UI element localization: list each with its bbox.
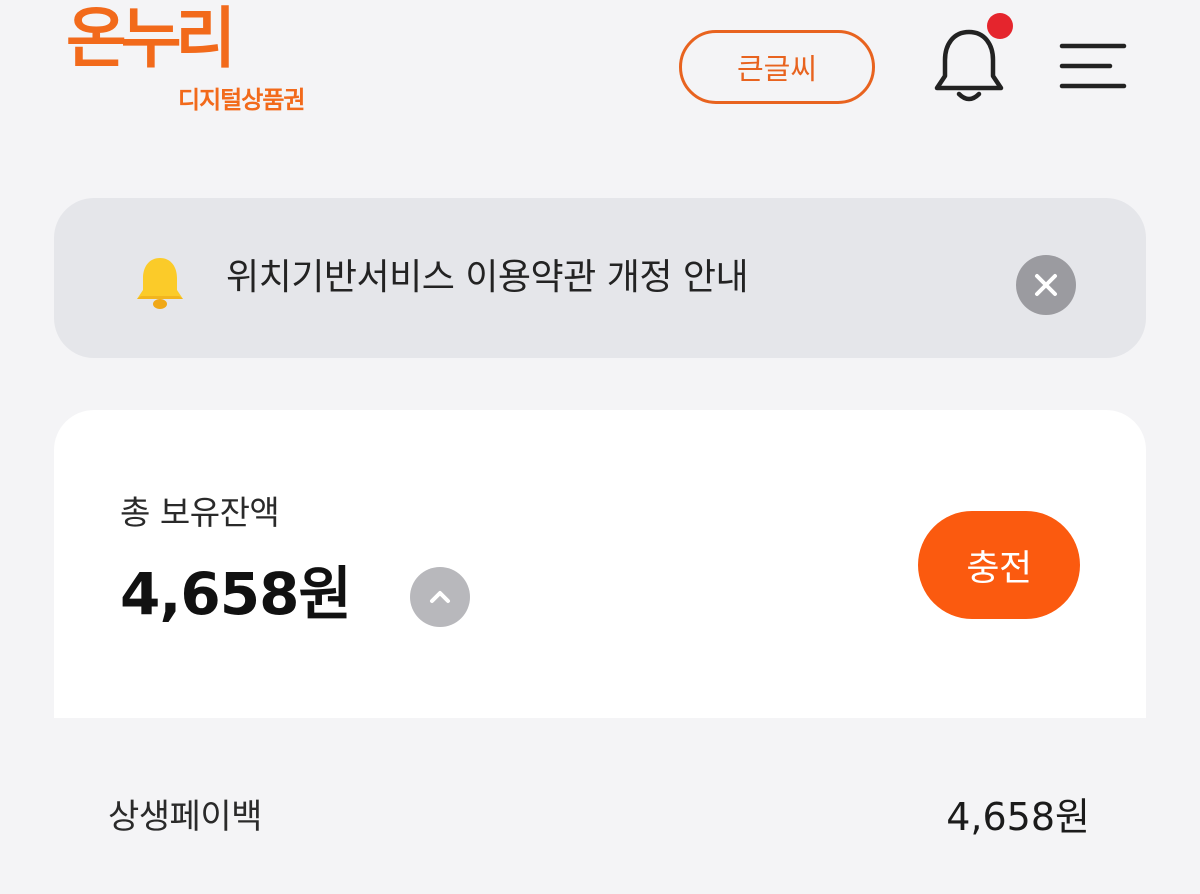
menu-button[interactable]: [1058, 40, 1128, 92]
chevron-up-icon: [430, 591, 450, 603]
balance-card: 총 보유잔액 4,658원 충전 상생페이백 4,658원: [54, 410, 1146, 894]
hamburger-menu-icon: [1059, 43, 1127, 89]
total-balance-amount: 4,658원: [120, 560, 352, 628]
notice-text: 위치기반서비스 이용약관 개정 안내: [226, 257, 749, 298]
breakdown-value: 4,658원: [946, 795, 1090, 839]
logo-sub-text: 디지털상품권: [178, 86, 305, 114]
notice-close-button[interactable]: [1016, 255, 1076, 315]
onnuri-logo[interactable]: 온누리 디지털상품권: [66, 6, 366, 120]
logo-main-text: 온누리: [66, 0, 236, 77]
notification-badge-dot: [987, 13, 1013, 39]
close-icon: [1035, 274, 1057, 296]
bell-icon: [137, 258, 183, 309]
breakdown-label: 상생페이백: [108, 797, 262, 837]
large-text-button[interactable]: 큰글씨: [679, 30, 875, 104]
total-balance-label: 총 보유잔액: [120, 493, 280, 532]
notice-banner[interactable]: 위치기반서비스 이용약관 개정 안내: [54, 198, 1146, 358]
charge-button[interactable]: 충전: [918, 511, 1080, 619]
balance-collapse-button[interactable]: [410, 567, 470, 627]
balance-breakdown: 상생페이백 4,658원: [54, 718, 1146, 894]
app-screen: 온누리 디지털상품권 큰글씨 위치기반서비스 이용약관 개정 안내 총 보유잔액…: [0, 0, 1200, 894]
